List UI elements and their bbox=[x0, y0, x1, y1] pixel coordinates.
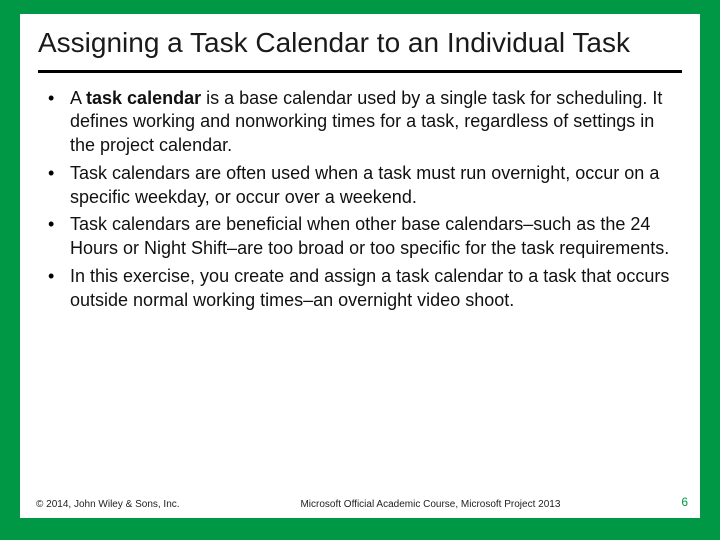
footer-page-number: 6 bbox=[681, 495, 688, 510]
bullet-text-pre: A bbox=[70, 88, 86, 108]
slide-title: Assigning a Task Calendar to an Individu… bbox=[38, 26, 682, 60]
title-wrap: Assigning a Task Calendar to an Individu… bbox=[20, 14, 700, 68]
slide-content: A task calendar is a base calendar used … bbox=[20, 73, 700, 495]
bullet-text-post: In this exercise, you create and assign … bbox=[70, 266, 669, 310]
bullet-item: Task calendars are beneficial when other… bbox=[44, 213, 676, 261]
slide: Assigning a Task Calendar to an Individu… bbox=[20, 14, 700, 518]
bullet-text-post: Task calendars are beneficial when other… bbox=[70, 214, 669, 258]
bullet-item: Task calendars are often used when a tas… bbox=[44, 162, 676, 210]
bullet-list: A task calendar is a base calendar used … bbox=[44, 87, 676, 313]
slide-footer: © 2014, John Wiley & Sons, Inc. Microsof… bbox=[20, 495, 700, 518]
bullet-text-post: Task calendars are often used when a tas… bbox=[70, 163, 659, 207]
footer-course: Microsoft Official Academic Course, Micr… bbox=[180, 499, 682, 510]
footer-copyright: © 2014, John Wiley & Sons, Inc. bbox=[36, 499, 180, 510]
bullet-item: A task calendar is a base calendar used … bbox=[44, 87, 676, 158]
bullet-term: task calendar bbox=[86, 88, 201, 108]
bullet-item: In this exercise, you create and assign … bbox=[44, 265, 676, 313]
